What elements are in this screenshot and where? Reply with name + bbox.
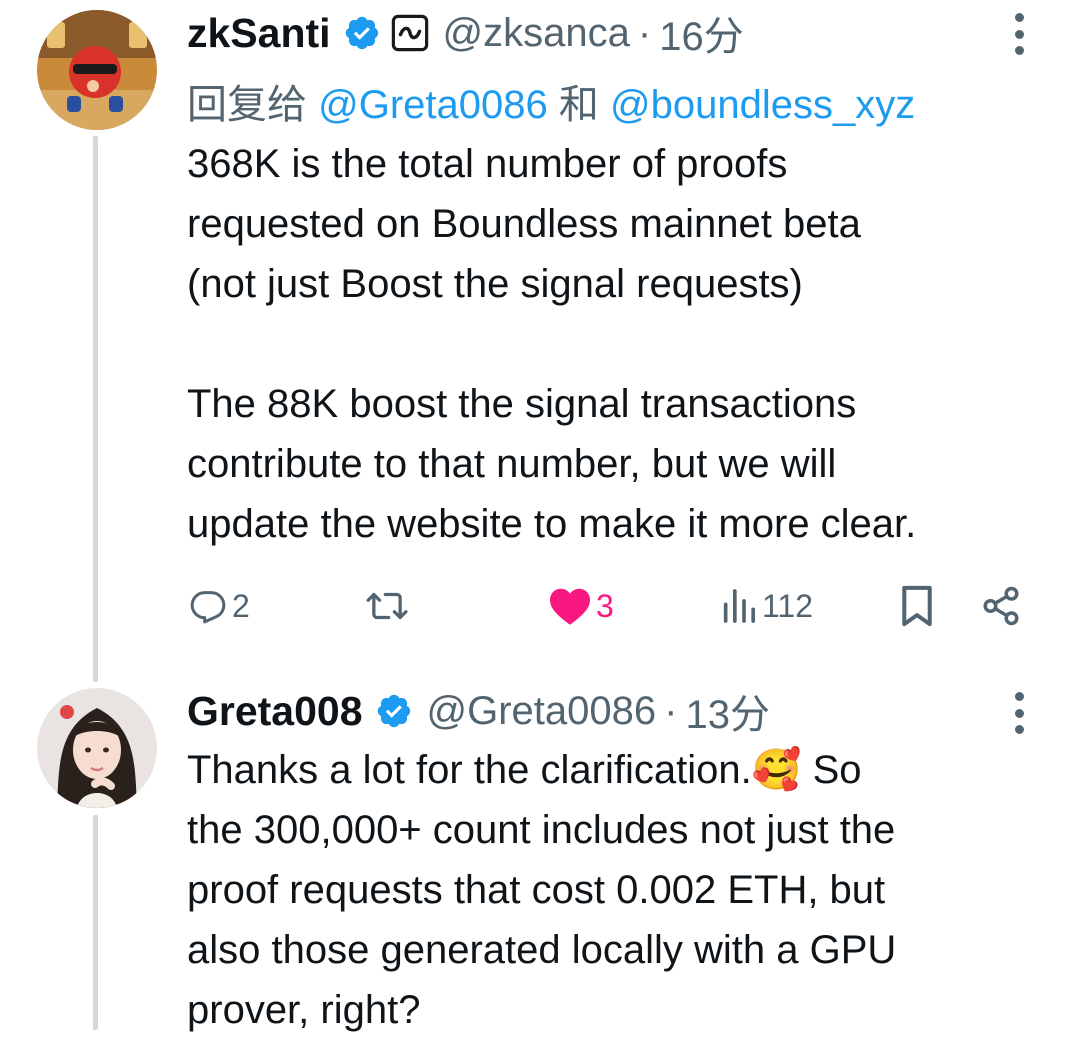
- tweet-text: Thanks a lot for the clarification.🥰 So …: [187, 740, 1067, 1040]
- tweet-text-line: contribute to that number, but we will: [187, 442, 837, 486]
- bookmark-icon: [902, 585, 932, 627]
- avatar-greta[interactable]: [37, 688, 157, 808]
- verified-badge-icon: [377, 694, 410, 728]
- tweet-text-line: also those generated locally with a GPU: [187, 928, 897, 972]
- verified-badge-icon: [345, 16, 378, 50]
- reply-icon: [190, 591, 226, 624]
- share-icon: [983, 586, 1019, 626]
- retweet-icon: [366, 592, 408, 620]
- tweet-text-line: the 300,000+ count includes not just the: [187, 808, 896, 852]
- user-handle[interactable]: @Greta0086: [427, 689, 657, 734]
- mention-link[interactable]: @Greta0086: [318, 83, 548, 127]
- bookmark-button[interactable]: [897, 584, 937, 628]
- tweet-text-line: update the website to make it more clear…: [187, 502, 917, 546]
- tweet-text-line: proof requests that cost 0.002 ETH, but: [187, 868, 886, 912]
- separator-dot: ·: [637, 10, 652, 55]
- display-name[interactable]: zkSanti: [187, 10, 331, 57]
- reply-count: 2: [232, 587, 250, 624]
- timestamp[interactable]: 16分: [659, 4, 744, 62]
- like-button[interactable]: 3: [548, 584, 614, 628]
- user-handle[interactable]: @zksanca: [443, 11, 630, 56]
- reply-button[interactable]: 2: [188, 584, 250, 628]
- timestamp[interactable]: 13分: [685, 682, 770, 740]
- views-icon: [723, 589, 755, 623]
- mention-link[interactable]: @boundless_xyz: [610, 83, 915, 127]
- tweet-text: 368K is the total number of proofs reque…: [187, 134, 1067, 554]
- views-button[interactable]: 112: [720, 584, 813, 628]
- thread-line: [93, 136, 98, 682]
- tweet-text-line: Thanks a lot for the clarification.🥰 So: [187, 748, 862, 792]
- affiliate-badge-icon[interactable]: [391, 14, 429, 52]
- tweet-text-line: requested on Boundless mainnet beta: [187, 202, 861, 246]
- retweet-button[interactable]: [364, 584, 414, 628]
- separator-dot: ·: [664, 688, 678, 733]
- share-button[interactable]: [980, 584, 1022, 628]
- heart-icon: [550, 588, 590, 625]
- reply-to-conj: 和: [558, 83, 599, 127]
- display-name[interactable]: Greta008: [187, 688, 363, 735]
- avatar-zksanti[interactable]: [37, 10, 157, 130]
- more-icon[interactable]: [1013, 13, 1025, 55]
- reply-to-prefix: 回复给: [187, 83, 307, 127]
- view-count: 112: [762, 587, 814, 624]
- reply-to-line: 回复给 @Greta0086 和 @boundless_xyz: [187, 72, 915, 130]
- like-count: 3: [596, 587, 614, 624]
- thread-line: [93, 815, 98, 1030]
- more-icon[interactable]: [1013, 692, 1025, 734]
- tweet-text-line: The 88K boost the signal transactions: [187, 382, 857, 426]
- tweet-text-line: (not just Boost the signal requests): [187, 262, 803, 306]
- tweet-text-line: 368K is the total number of proofs: [187, 142, 788, 186]
- tweet-text-line: prover, right?: [187, 988, 421, 1032]
